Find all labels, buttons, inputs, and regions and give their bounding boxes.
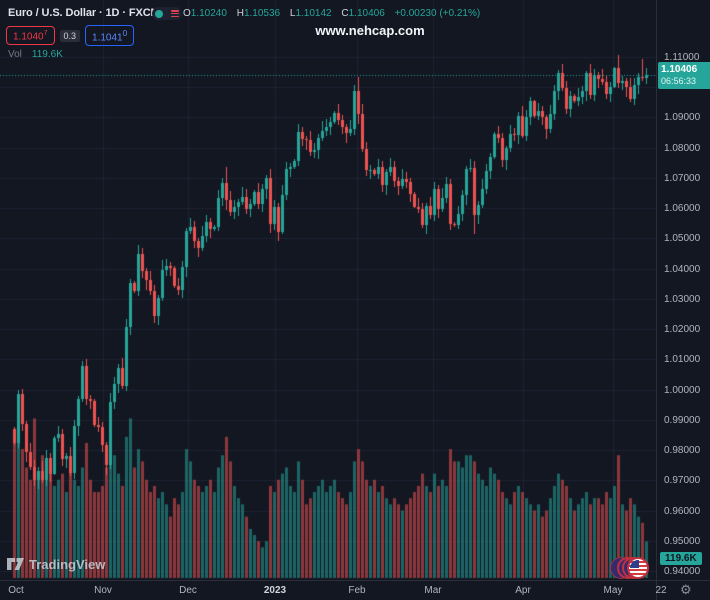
price-tick-label: 1.02000 bbox=[664, 324, 701, 336]
time-axis-separator[interactable] bbox=[0, 580, 710, 581]
nehcap-logo[interactable] bbox=[610, 555, 656, 581]
time-tick-label: Mar bbox=[424, 585, 442, 596]
low-value: 1.10142 bbox=[295, 8, 332, 19]
tradingview-chart-window: Euro / U.S. Dollar · 1D · FXCM O1.10240 … bbox=[0, 0, 710, 600]
open-value: 1.10240 bbox=[190, 8, 227, 19]
market-open-dot-icon bbox=[155, 9, 163, 18]
last-price-value: 1.10406 bbox=[661, 63, 698, 75]
time-tick-label: Dec bbox=[179, 585, 197, 596]
usa-flag-icon bbox=[627, 557, 649, 579]
price-axis-separator[interactable] bbox=[656, 0, 657, 600]
price-tick-label: 1.03000 bbox=[664, 293, 701, 305]
price-tick-label: 1.00000 bbox=[664, 384, 701, 396]
price-tick-label: 1.09000 bbox=[664, 112, 701, 124]
price-tick-label: 1.04000 bbox=[664, 263, 701, 275]
volume-axis-badge: 119.6K bbox=[660, 552, 702, 565]
ohlc-readout: O1.10240 H1.10536 L1.10142 C1.10406 +0.0… bbox=[183, 8, 480, 19]
volume-legend[interactable]: Vol 119.6K bbox=[8, 49, 63, 60]
open-label: O bbox=[183, 8, 191, 19]
price-tick-label: 1.05000 bbox=[664, 233, 701, 245]
price-tick-label: 1.06000 bbox=[664, 203, 701, 215]
time-tick-label: Feb bbox=[348, 585, 366, 596]
price-tick-label: 0.97000 bbox=[664, 475, 701, 487]
time-tick-label: 22 bbox=[655, 585, 667, 596]
time-tick-label: Apr bbox=[515, 585, 531, 596]
tradingview-logo-text: TradingView bbox=[29, 557, 106, 572]
price-tick-label: 1.07000 bbox=[664, 172, 701, 184]
site-watermark: www.nehcap.com bbox=[315, 23, 425, 38]
buy-ask-button[interactable]: 1.10410 bbox=[85, 25, 135, 47]
price-tick-label: 1.01000 bbox=[664, 354, 701, 366]
change-value: +0.00230 (+0.21%) bbox=[394, 8, 481, 19]
bar-countdown: 06:56:33 bbox=[661, 75, 697, 86]
price-tick-label: 0.98000 bbox=[664, 445, 701, 457]
close-value: 1.10406 bbox=[348, 8, 385, 19]
last-price-badge: 1.10406 06:56:33 bbox=[658, 61, 710, 89]
time-tick-label: Oct bbox=[8, 585, 24, 596]
time-tick-label: Nov bbox=[94, 585, 112, 596]
tradingview-mark-icon bbox=[7, 558, 24, 570]
high-value: 1.10536 bbox=[243, 8, 281, 19]
bid-ask-panel: 1.10407 0.3 1.10410 bbox=[6, 25, 135, 47]
volume-value: 119.6K bbox=[31, 49, 63, 60]
symbol-title[interactable]: Euro / U.S. Dollar · 1D · FXCM bbox=[8, 7, 160, 19]
price-chart-canvas[interactable] bbox=[0, 0, 656, 580]
volume-label: Vol bbox=[8, 49, 22, 60]
spread-value: 0.3 bbox=[59, 29, 81, 42]
price-tick-label: 0.94000 bbox=[664, 565, 701, 577]
tradingview-logo[interactable]: TradingView bbox=[7, 557, 105, 572]
time-tick-label: May bbox=[603, 585, 623, 596]
close-label: C bbox=[341, 8, 349, 19]
price-tick-label: 0.99000 bbox=[664, 414, 701, 426]
price-tick-label: 0.96000 bbox=[664, 505, 701, 517]
price-tick-label: 0.95000 bbox=[664, 535, 701, 547]
time-tick-label: 2023 bbox=[263, 585, 287, 596]
menu-lines-icon bbox=[171, 10, 179, 17]
price-tick-label: 1.08000 bbox=[664, 142, 701, 154]
chart-status-toggle[interactable] bbox=[152, 7, 182, 20]
settings-gear-icon[interactable]: ⚙ bbox=[680, 583, 692, 597]
high-label: H bbox=[236, 8, 244, 19]
sell-bid-button[interactable]: 1.10407 bbox=[6, 26, 55, 46]
